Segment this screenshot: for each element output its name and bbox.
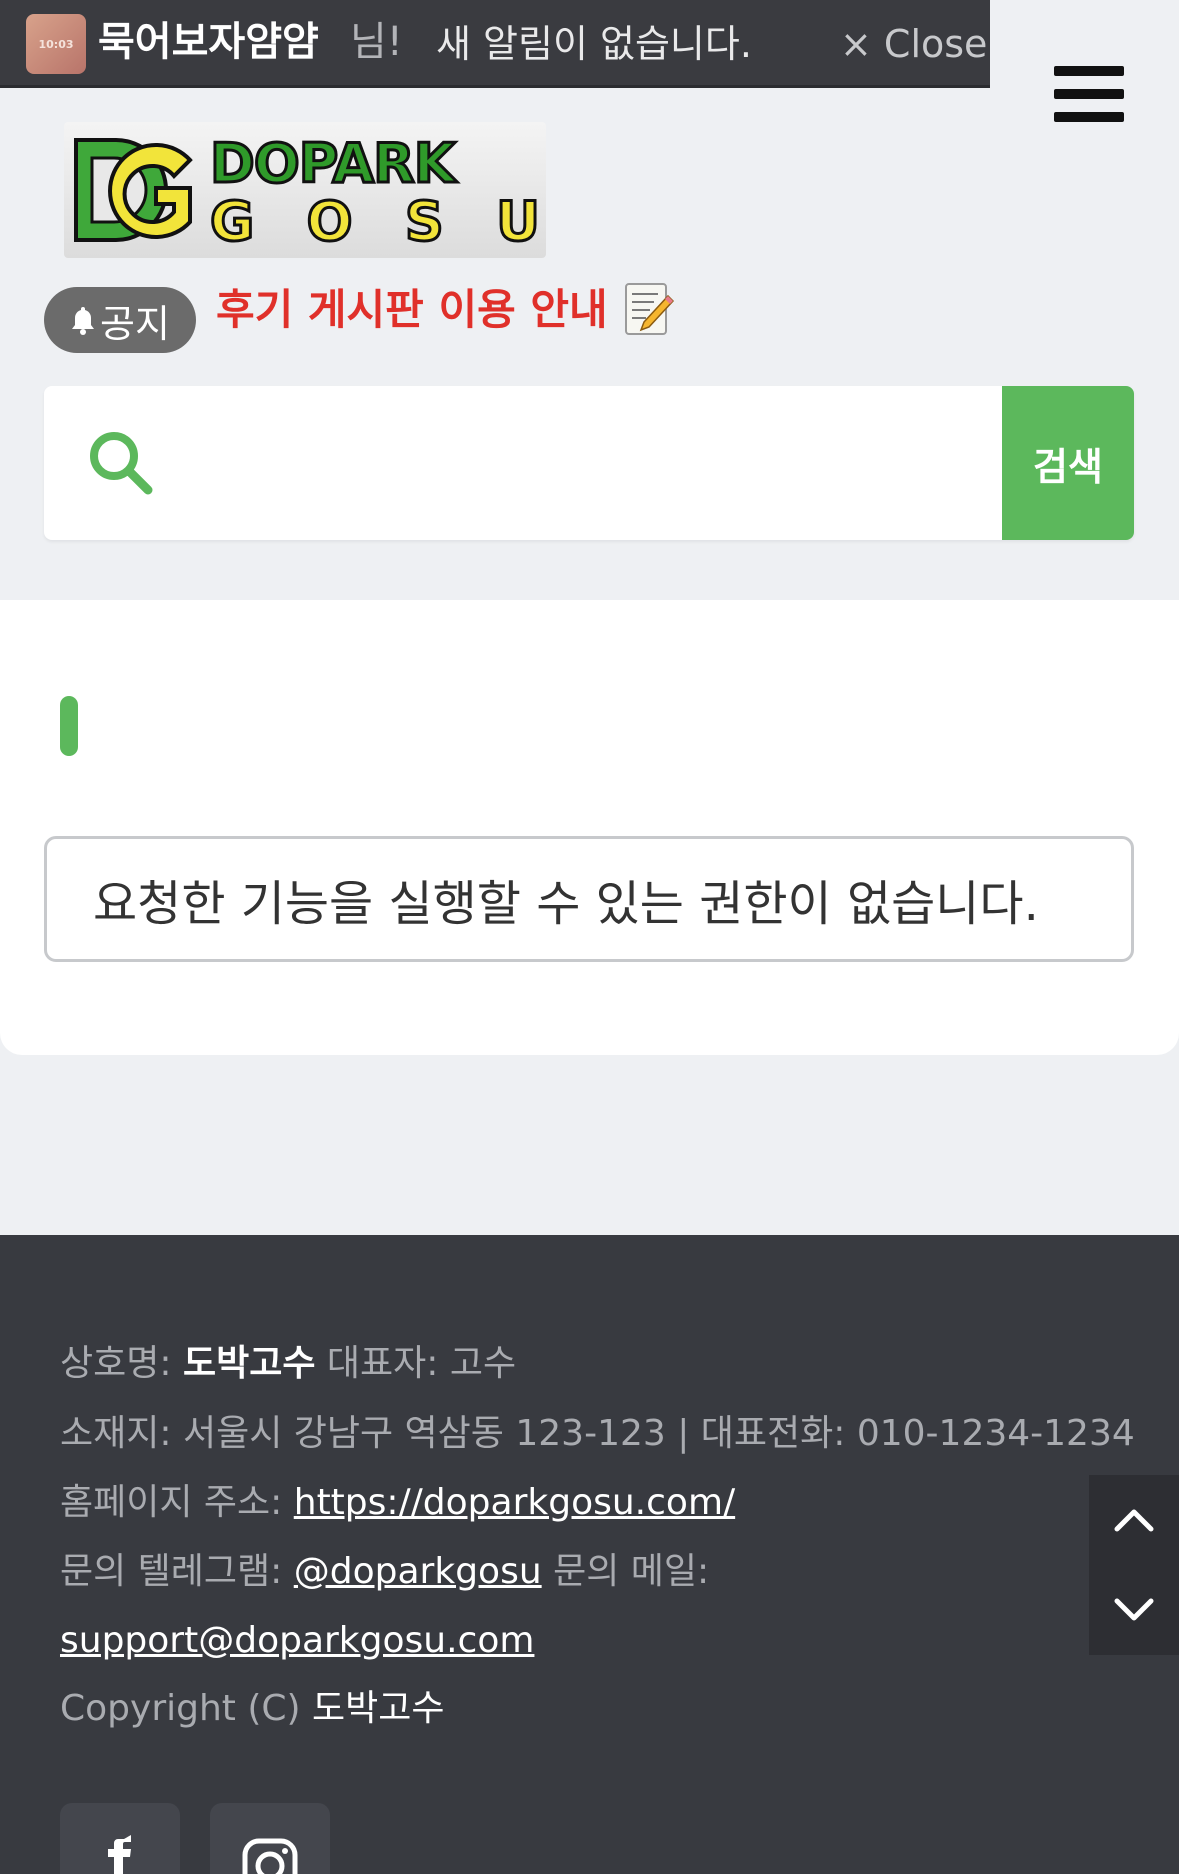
nickname-suffix: 님!: [350, 19, 403, 65]
facebook-button[interactable]: [60, 1803, 180, 1874]
facebook-icon: [108, 1835, 131, 1874]
notice-badge[interactable]: 공지: [44, 287, 196, 353]
scroll-buttons: [1089, 1475, 1179, 1655]
footer-mail-link[interactable]: support@doparkgosu.com: [60, 1620, 534, 1661]
user-nickname: 묵어보자얌얌: [98, 19, 319, 65]
content-card: 요청한 기능을 실행할 수 있는 권한이 없습니다.: [0, 600, 1179, 1055]
section-title-accent: [60, 696, 78, 756]
footer-copyright: Copyright (C) 도박고수: [60, 1688, 445, 1729]
close-notification-button[interactable]: × Close: [840, 20, 987, 68]
hamburger-menu-icon[interactable]: [1054, 66, 1124, 122]
logo-text-dopark: DOPARK: [209, 131, 458, 197]
notice-badge-label: 공지: [100, 301, 170, 346]
footer-company-name: 도박고수: [182, 1343, 316, 1384]
search-icon: [90, 432, 153, 495]
footer-mail-line: support@doparkgosu.com: [60, 1617, 534, 1665]
search-box: 검색: [44, 386, 1134, 540]
footer-address-line: 소재지: 서울시 강남구 역삼동 123-123 | 대표전화: 010-123…: [60, 1413, 1135, 1454]
logo-text-gosu: GOSU: [208, 189, 541, 255]
footer-telegram-link[interactable]: @doparkgosu: [294, 1551, 542, 1592]
footer-company-line: 상호명: 도박고수 대표자: 고수: [60, 1343, 517, 1384]
avatar-time-text: 10:03: [38, 37, 74, 51]
permission-alert: 요청한 기능을 실행할 수 있는 권한이 없습니다.: [44, 836, 1134, 962]
footer: 상호명: 도박고수 대표자: 고수 소재지: 서울시 강남구 역삼동 123-1…: [0, 1235, 1179, 1874]
permission-alert-text: 요청한 기능을 실행할 수 있는 권한이 없습니다.: [93, 876, 1039, 932]
chevron-up-icon: [1114, 1509, 1154, 1532]
chevron-down-icon: [1114, 1598, 1154, 1621]
footer-homepage-line: 홈페이지 주소: https://doparkgosu.com/: [60, 1482, 736, 1523]
bell-icon: [72, 307, 95, 335]
footer-homepage-link[interactable]: https://doparkgosu.com/: [294, 1482, 735, 1523]
footer-telegram-line: 문의 텔레그램: @doparkgosu 문의 메일:: [60, 1551, 710, 1592]
instagram-icon: [242, 1838, 298, 1874]
notification-message: 새 알림이 없습니다.: [436, 22, 752, 66]
notification-bar: 10:03 묵어보자얌얌 님! 새 알림이 없습니다. × Close: [0, 0, 990, 88]
search-input[interactable]: [184, 406, 984, 520]
scroll-top-button[interactable]: [1089, 1475, 1179, 1565]
search-button[interactable]: 검색: [1002, 386, 1134, 540]
scroll-bottom-button[interactable]: [1089, 1565, 1179, 1655]
logo-dg-mark: [74, 138, 193, 242]
notice-link[interactable]: 후기 게시판 이용 안내: [216, 282, 608, 338]
memo-pencil-icon: [625, 283, 674, 335]
user-avatar: 10:03: [26, 14, 86, 74]
site-logo[interactable]: DOPARK GOSU: [64, 122, 546, 258]
instagram-button[interactable]: [210, 1803, 330, 1874]
